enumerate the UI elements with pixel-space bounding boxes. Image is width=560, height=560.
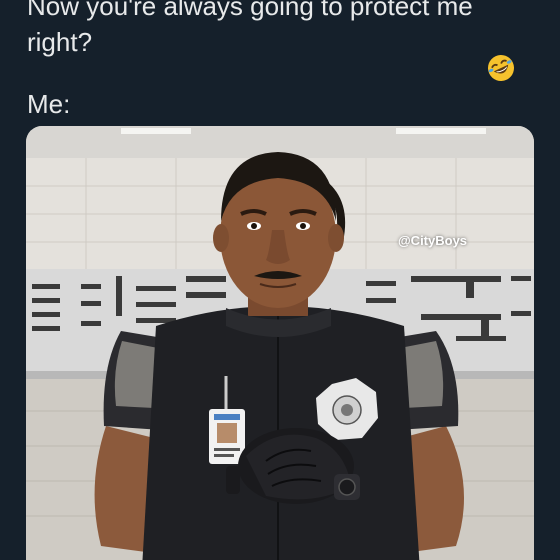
tweet-media[interactable]: @CityBoys [26,126,534,560]
tweet-text-line-1: Now you're always going to protect me [27,0,473,21]
tweet-text-line-3: Me: [27,89,71,119]
rolling-laughing-emoji-icon [488,55,514,81]
tweet-page: Now you're always going to protect me ri… [0,0,560,560]
tweet-text: Now you're always going to protect me ri… [27,0,527,122]
media-watermark: @CityBoys [398,233,468,248]
tweet-text-line-2: right? [27,27,93,57]
security-guard-photo [26,126,534,560]
